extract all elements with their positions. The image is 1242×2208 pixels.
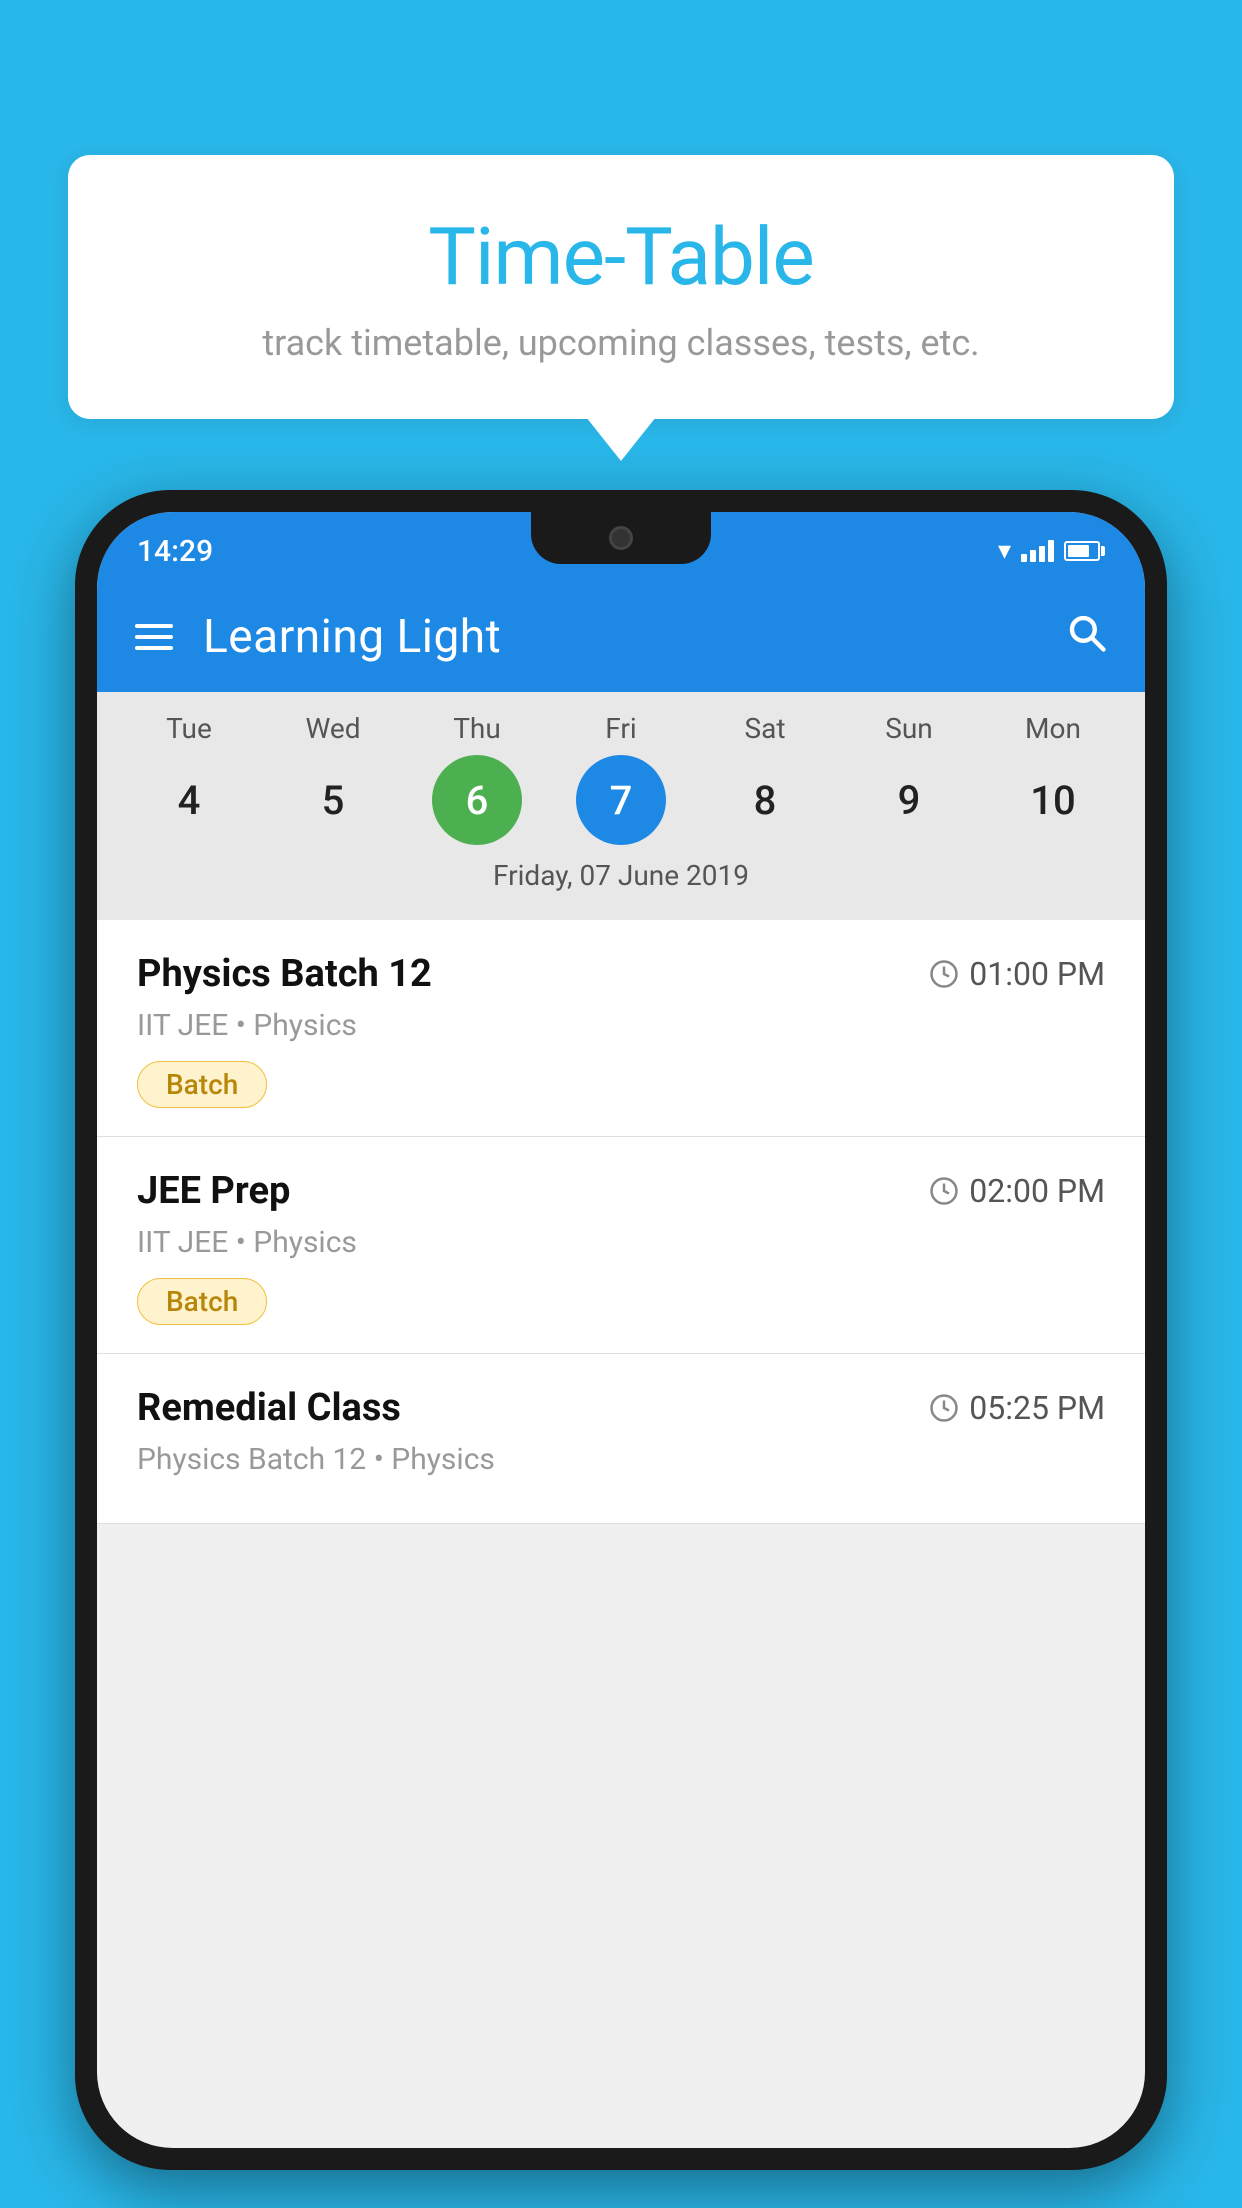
day-4[interactable]: 4 <box>144 755 234 845</box>
class-3-time: 05:25 PM <box>929 1389 1105 1427</box>
phone-notch <box>531 512 711 564</box>
menu-icon[interactable] <box>135 624 173 650</box>
class-item-3-header: Remedial Class 05:25 PM <box>137 1386 1105 1430</box>
app-bar: Learning Light <box>97 582 1145 692</box>
status-icons: ▾ <box>998 536 1105 566</box>
status-time: 14:29 <box>137 534 213 569</box>
bubble-title: Time-Table <box>128 210 1114 304</box>
phone-frame: 14:29 ▾ <box>75 490 1167 2170</box>
class-1-time: 01:00 PM <box>929 955 1105 993</box>
app-title: Learning Light <box>203 610 1035 664</box>
clock-icon-2 <box>929 1176 959 1206</box>
day-header-mon: Mon <box>1008 712 1098 745</box>
calendar-strip: Tue Wed Thu Fri Sat Sun Mon 4 5 6 7 8 9 … <box>97 692 1145 920</box>
class-item-2[interactable]: JEE Prep 02:00 PM IIT JEE • Physics Batc… <box>97 1137 1145 1354</box>
speech-bubble: Time-Table track timetable, upcoming cla… <box>68 155 1174 419</box>
class-2-meta: IIT JEE • Physics <box>137 1225 1105 1260</box>
class-2-time: 02:00 PM <box>929 1172 1105 1210</box>
day-header-wed: Wed <box>288 712 378 745</box>
class-2-batch-tag: Batch <box>137 1278 267 1325</box>
signal-icon <box>1021 540 1054 562</box>
selected-date-label: Friday, 07 June 2019 <box>97 845 1145 910</box>
clock-icon-3 <box>929 1393 959 1423</box>
class-item-1[interactable]: Physics Batch 12 01:00 PM IIT JEE • Phys… <box>97 920 1145 1137</box>
wifi-icon: ▾ <box>998 536 1011 566</box>
day-10[interactable]: 10 <box>1008 755 1098 845</box>
class-3-name: Remedial Class <box>137 1386 401 1430</box>
day-7-selected[interactable]: 7 <box>576 755 666 845</box>
day-header-fri: Fri <box>576 712 666 745</box>
bubble-subtitle: track timetable, upcoming classes, tests… <box>128 322 1114 364</box>
day-6-today[interactable]: 6 <box>432 755 522 845</box>
clock-icon-1 <box>929 959 959 989</box>
phone-inner: 14:29 ▾ <box>97 512 1145 2148</box>
search-icon[interactable] <box>1065 611 1107 664</box>
class-1-batch-tag: Batch <box>137 1061 267 1108</box>
class-item-1-header: Physics Batch 12 01:00 PM <box>137 952 1105 996</box>
camera <box>609 526 633 550</box>
day-header-tue: Tue <box>144 712 234 745</box>
class-3-time-label: 05:25 PM <box>969 1389 1105 1427</box>
class-3-meta: Physics Batch 12 • Physics <box>137 1442 1105 1477</box>
class-item-2-header: JEE Prep 02:00 PM <box>137 1169 1105 1213</box>
day-8[interactable]: 8 <box>720 755 810 845</box>
speech-bubble-container: Time-Table track timetable, upcoming cla… <box>68 155 1174 419</box>
class-item-3[interactable]: Remedial Class 05:25 PM Physics Batch 12… <box>97 1354 1145 1524</box>
class-1-time-label: 01:00 PM <box>969 955 1105 993</box>
class-list: Physics Batch 12 01:00 PM IIT JEE • Phys… <box>97 920 1145 1524</box>
day-header-sun: Sun <box>864 712 954 745</box>
class-2-name: JEE Prep <box>137 1169 290 1213</box>
class-1-name: Physics Batch 12 <box>137 952 432 996</box>
day-numbers: 4 5 6 7 8 9 10 <box>97 755 1145 845</box>
battery-icon <box>1064 541 1105 561</box>
class-2-time-label: 02:00 PM <box>969 1172 1105 1210</box>
day-header-sat: Sat <box>720 712 810 745</box>
day-5[interactable]: 5 <box>288 755 378 845</box>
phone-wrapper: 14:29 ▾ <box>75 490 1167 2208</box>
day-header-thu: Thu <box>432 712 522 745</box>
day-headers: Tue Wed Thu Fri Sat Sun Mon <box>97 712 1145 745</box>
class-1-meta: IIT JEE • Physics <box>137 1008 1105 1043</box>
day-9[interactable]: 9 <box>864 755 954 845</box>
